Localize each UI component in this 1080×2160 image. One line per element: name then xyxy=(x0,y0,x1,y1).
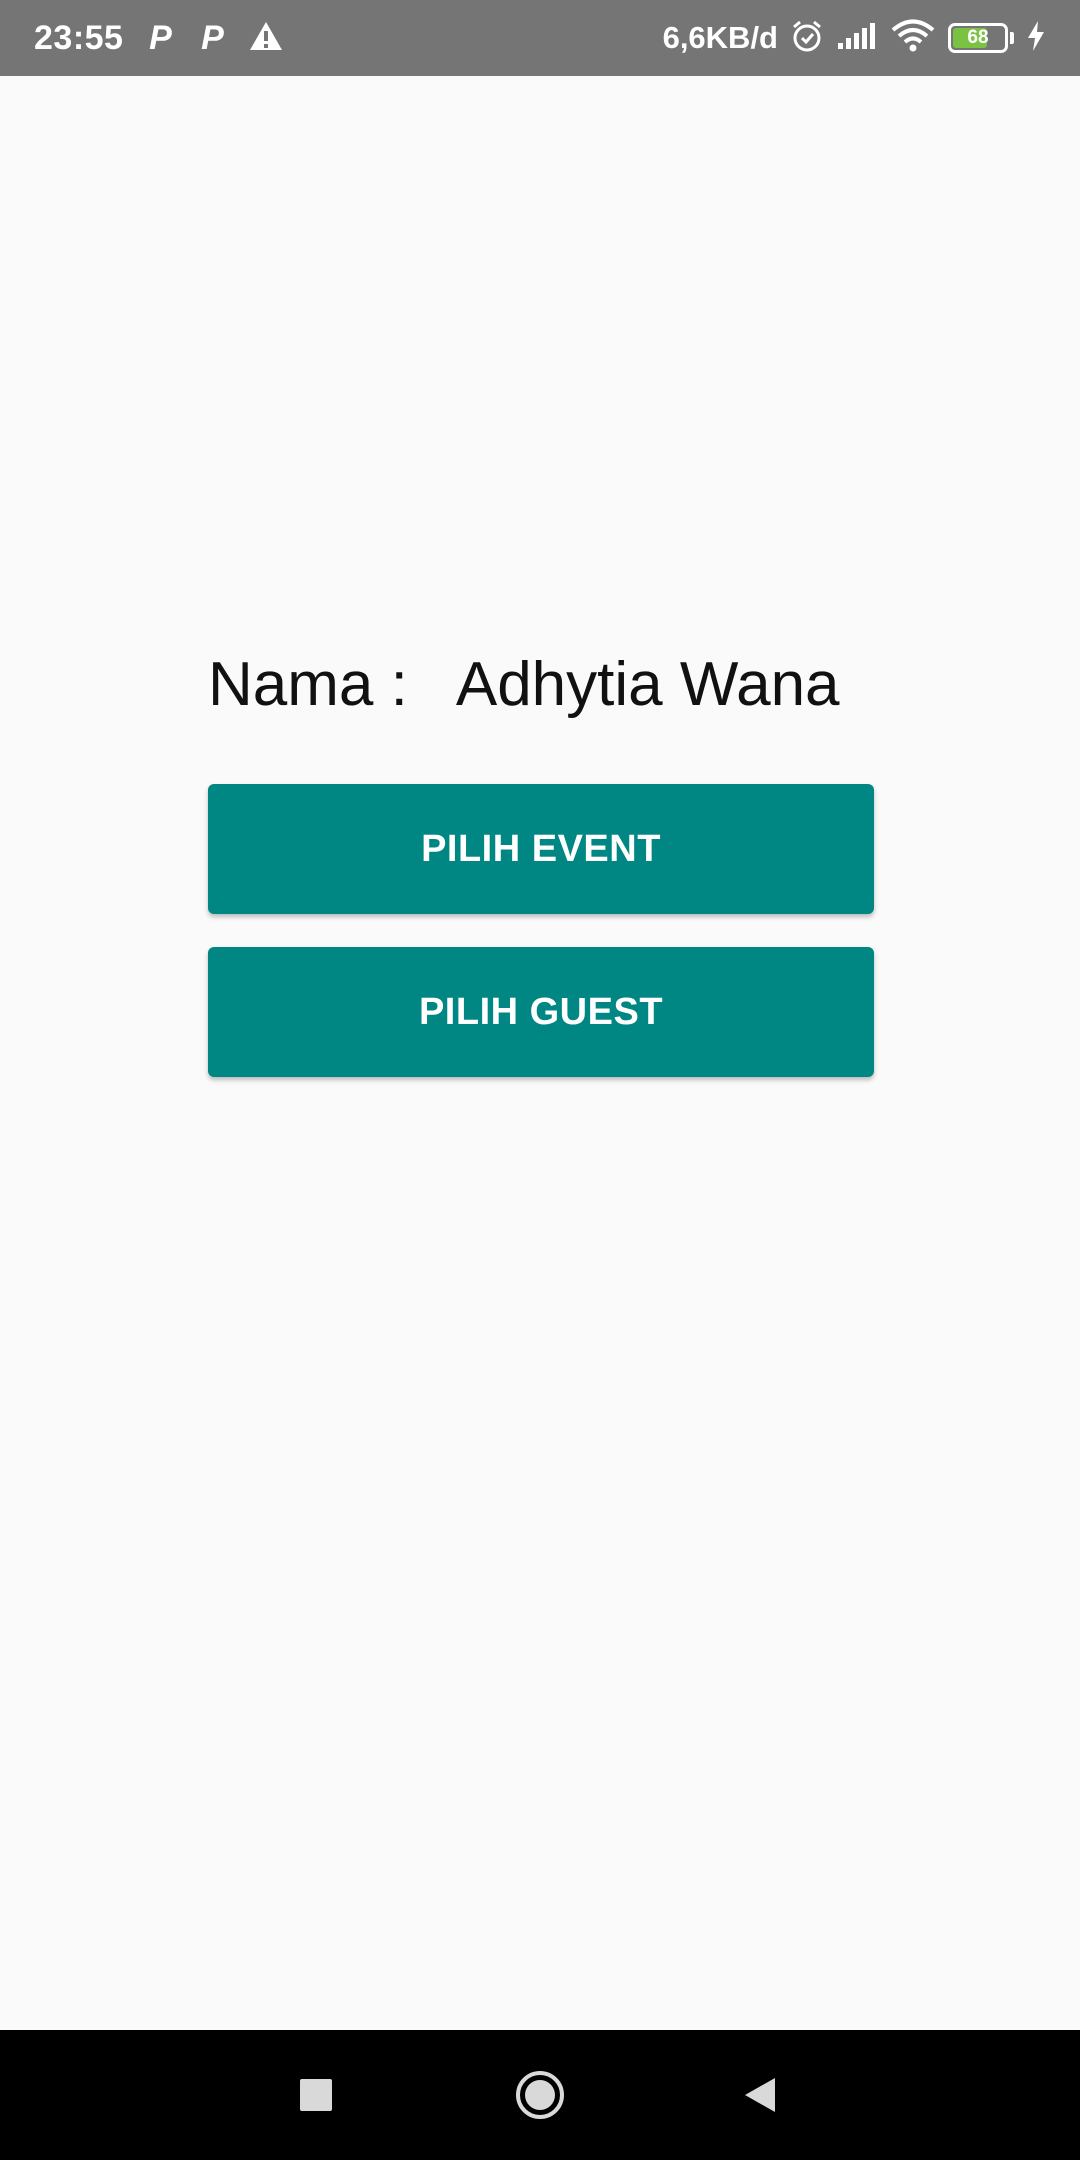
name-label: Nama : xyxy=(208,649,408,719)
navigation-bar xyxy=(0,2030,1080,2160)
app-screen: 23:55 P P 6,6KB/d 68 Nama: Adhytia Wana… xyxy=(0,0,1080,2160)
charging-icon xyxy=(1026,20,1046,57)
status-bar: 23:55 P P 6,6KB/d 68 xyxy=(0,0,1080,76)
warning-icon xyxy=(249,21,283,56)
network-speed: 6,6KB/d xyxy=(662,20,778,55)
status-left: 23:55 P P xyxy=(34,19,283,58)
name-value: Adhytia Wana xyxy=(455,649,840,719)
parking-icon: P xyxy=(149,18,172,57)
status-right: 6,6KB/d 68 xyxy=(663,19,1046,58)
recent-apps-icon[interactable] xyxy=(256,2030,376,2160)
pilih-guest-button[interactable]: PILIH GUEST xyxy=(208,947,874,1077)
alarm-icon xyxy=(790,19,824,58)
home-icon[interactable] xyxy=(480,2030,600,2160)
battery-icon: 68 xyxy=(948,23,1008,53)
parking-icon: P xyxy=(201,18,224,57)
back-icon[interactable] xyxy=(700,2030,820,2160)
battery-level: 68 xyxy=(967,27,989,48)
wifi-icon xyxy=(890,19,936,58)
status-time: 23:55 xyxy=(34,18,124,57)
battery-cap xyxy=(1010,32,1014,44)
pilih-event-button[interactable]: PILIH EVENT xyxy=(208,784,874,914)
signal-icon xyxy=(836,21,878,56)
name-row: Nama : Adhytia Wana xyxy=(208,644,888,724)
